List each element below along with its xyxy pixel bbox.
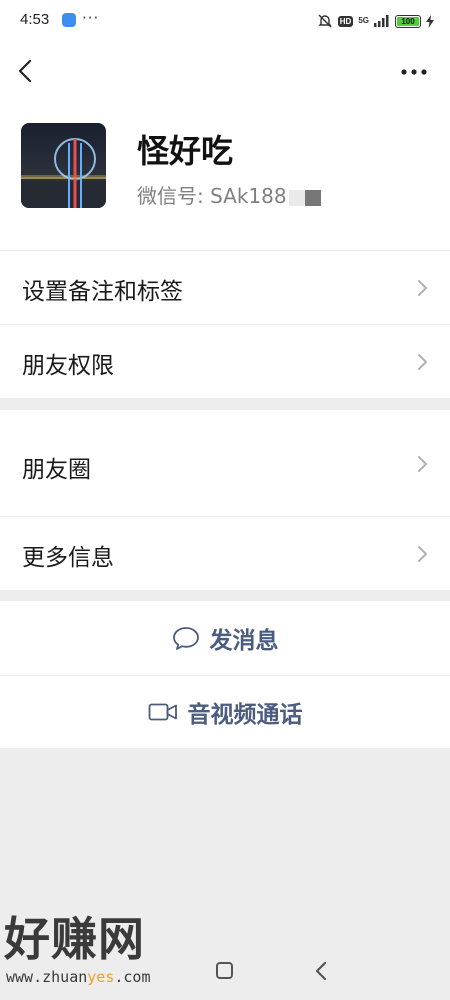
chevron-right-icon [418, 546, 427, 562]
row-label: 朋友圈 [22, 457, 91, 483]
system-home-button[interactable] [216, 962, 233, 979]
more-options-icon[interactable] [400, 62, 428, 82]
battery-level: 100 [397, 16, 419, 26]
avatar[interactable] [21, 123, 106, 208]
network-type: 5G [358, 16, 369, 25]
status-right-group: HD 5G 100 [317, 12, 434, 30]
row-moments[interactable]: 朋友圈 [0, 410, 450, 516]
watermark-url: www.zhuanyes.com [6, 968, 151, 986]
app-notification-icon [62, 13, 76, 27]
chat-bubble-icon [172, 627, 199, 650]
watermark-logo: 好赚网 www.zhuanyes.com [4, 912, 194, 992]
contact-name: 怪好吃 [137, 132, 234, 170]
chevron-right-icon [418, 456, 427, 472]
row-label: 朋友权限 [22, 353, 114, 379]
signal-icon [374, 15, 389, 27]
video-call-label: 音视频通话 [187, 702, 303, 728]
video-call-button[interactable]: 音视频通话 [0, 676, 450, 748]
row-label: 更多信息 [22, 545, 114, 571]
back-arrow-icon[interactable] [14, 56, 38, 86]
wechat-id-text: 微信号: SAk188 [137, 184, 287, 208]
row-friend-permissions[interactable]: 朋友权限 [0, 325, 450, 398]
hd-badge: HD [337, 15, 354, 27]
video-camera-icon [148, 703, 177, 721]
row-more-info[interactable]: 更多信息 [0, 517, 450, 590]
watermark-url-suffix: .com [114, 968, 151, 986]
id-mask-dark [304, 189, 321, 206]
row-remark-tags[interactable]: 设置备注和标签 [0, 251, 450, 324]
system-back-icon[interactable] [314, 960, 328, 982]
send-message-label: 发消息 [209, 628, 279, 654]
watermark-url-prefix: www.zhuan [6, 968, 88, 986]
mute-bell-icon [318, 14, 332, 28]
watermark-main: 好赚网 [4, 912, 145, 966]
navigation-bar [0, 42, 450, 100]
charging-icon [426, 14, 434, 28]
status-more-dots: ··· [82, 9, 100, 27]
status-bar: 4:53 ··· HD 5G 100 [0, 0, 450, 42]
send-message-button[interactable]: 发消息 [0, 601, 450, 675]
status-time: 4:53 [20, 11, 50, 28]
chevron-right-icon [418, 354, 427, 370]
row-label: 设置备注和标签 [22, 279, 183, 305]
chevron-right-icon [418, 280, 427, 296]
battery-icon: 100 [395, 14, 421, 28]
wechat-id: 微信号: SAk188 [137, 180, 321, 209]
profile-header: 怪好吃 微信号: SAk188 [0, 100, 450, 250]
watermark-url-highlight: yes [87, 968, 115, 986]
id-mask-light [288, 189, 305, 206]
